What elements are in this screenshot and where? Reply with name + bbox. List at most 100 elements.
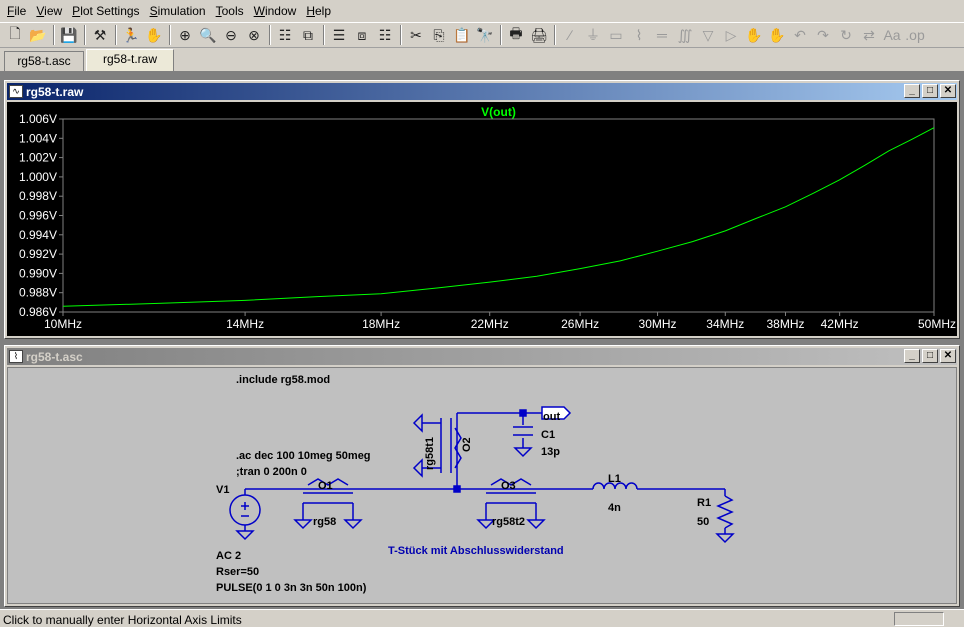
print-preview-icon[interactable]: 🖶: [505, 24, 527, 46]
resistor-icon[interactable]: ⌇: [628, 24, 650, 46]
model-o2[interactable]: rg58t1: [424, 437, 436, 470]
value-c1[interactable]: 13p: [541, 446, 560, 458]
minimize-button[interactable]: _: [904, 349, 920, 363]
schematic-window-titlebar[interactable]: ⌇ rg58-t.asc _ □ ✕: [7, 348, 957, 365]
ground-icon[interactable]: ⏚: [582, 24, 604, 46]
label-c1[interactable]: C1: [541, 429, 555, 441]
x-tick-label[interactable]: 50MHz: [918, 317, 956, 331]
label-net-icon[interactable]: ▭: [605, 24, 627, 46]
autorange-icon[interactable]: ☷: [274, 24, 296, 46]
close-button[interactable]: ✕: [940, 349, 956, 363]
tab-rg58-t-raw[interactable]: rg58-t.raw: [86, 49, 174, 71]
inductor-icon[interactable]: ∭: [674, 24, 696, 46]
label-l1[interactable]: L1: [608, 473, 621, 485]
v1-rser-value[interactable]: Rser=50: [216, 566, 259, 578]
drag-icon[interactable]: ✋: [766, 24, 788, 46]
minimize-button[interactable]: _: [904, 84, 920, 98]
menu-help[interactable]: Help: [301, 0, 336, 22]
model-o1[interactable]: rg58: [313, 516, 336, 528]
x-tick-label[interactable]: 22MHz: [471, 317, 509, 331]
label-o3[interactable]: O3: [501, 480, 516, 492]
y-tick-label[interactable]: 1.006V: [19, 112, 57, 126]
menu-window[interactable]: Window: [249, 0, 302, 22]
y-tick-label[interactable]: 1.000V: [19, 170, 57, 184]
schematic-canvas[interactable]: .include rg58.mod .ac dec 100 10meg 50me…: [7, 367, 957, 604]
menu-plot-settings[interactable]: Plot Settings: [67, 0, 144, 22]
y-tick-label[interactable]: 0.992V: [19, 247, 57, 261]
rotate-icon[interactable]: ↻: [835, 24, 857, 46]
halt-icon[interactable]: ✋: [143, 24, 165, 46]
print-icon[interactable]: 🖨: [528, 24, 550, 46]
save-icon[interactable]: 💾: [58, 24, 80, 46]
control-panel-icon[interactable]: ⚒: [89, 24, 111, 46]
plot-pane[interactable]: 0.986V 0.988V 0.990V 0.992V 0.994V 0.996V 0.99…: [7, 102, 957, 336]
tab-rg58-t-asc[interactable]: rg58-t.asc: [4, 51, 84, 71]
label-v1[interactable]: V1: [216, 484, 229, 496]
open-folder-icon[interactable]: 📂: [27, 24, 49, 46]
spice-directive-tran[interactable]: ;tran 0 200n 0: [236, 466, 307, 478]
x-tick-label[interactable]: 38MHz: [766, 317, 804, 331]
cut-icon[interactable]: ✂: [405, 24, 427, 46]
y-tick-label[interactable]: 0.996V: [19, 209, 57, 223]
x-tick-label[interactable]: 34MHz: [706, 317, 744, 331]
x-tick-label[interactable]: 42MHz: [821, 317, 859, 331]
zoom-in-icon[interactable]: ⊕: [174, 24, 196, 46]
paste-icon[interactable]: 📋: [451, 24, 473, 46]
spice-directive-include[interactable]: .include rg58.mod: [236, 374, 330, 386]
run-icon[interactable]: 🏃: [120, 24, 142, 46]
v1-pulse-value[interactable]: PULSE(0 1 0 3n 3n 50n 100n): [216, 582, 366, 594]
y-tick-label[interactable]: 0.988V: [19, 286, 57, 300]
menu-tools[interactable]: Tools: [211, 0, 249, 22]
trace-label-v-out[interactable]: V(out): [481, 105, 516, 119]
zoom-cancel-icon[interactable]: ⊗: [243, 24, 265, 46]
y-tick-label[interactable]: 0.990V: [19, 266, 57, 280]
cascade-icon[interactable]: ⧈: [351, 24, 373, 46]
schematic-comment[interactable]: T-Stück mit Abschlusswiderstand: [388, 545, 564, 557]
capacitor-icon[interactable]: ═: [651, 24, 673, 46]
undo-icon[interactable]: ↶: [789, 24, 811, 46]
spice-directive-icon[interactable]: .op: [904, 24, 926, 46]
label-o1[interactable]: O1: [318, 480, 333, 492]
x-tick-label[interactable]: 26MHz: [561, 317, 599, 331]
menu-view[interactable]: View: [31, 0, 67, 22]
y-tick-label[interactable]: 0.998V: [19, 189, 57, 203]
find-icon[interactable]: 🔭: [474, 24, 496, 46]
copy-icon[interactable]: ⎘: [428, 24, 450, 46]
resistor-r1[interactable]: [716, 495, 734, 529]
y-tick-label[interactable]: 1.002V: [19, 151, 57, 165]
voltage-plot[interactable]: 0.986V0.988V0.990V0.992V0.994V0.996V0.99…: [7, 102, 957, 336]
x-tick-label[interactable]: 30MHz: [639, 317, 677, 331]
tile-vertical-icon[interactable]: ☷: [374, 24, 396, 46]
mirror-icon[interactable]: ⇄: [858, 24, 880, 46]
zoom-extents-icon[interactable]: ⧉: [297, 24, 319, 46]
x-tick-label[interactable]: 10MHz: [44, 317, 82, 331]
tile-horizontal-icon[interactable]: ☰: [328, 24, 350, 46]
new-schematic-icon[interactable]: 🗋: [4, 24, 26, 46]
menu-simulation[interactable]: Simulation: [145, 0, 211, 22]
component-icon[interactable]: ▷: [720, 24, 742, 46]
maximize-button[interactable]: □: [922, 349, 938, 363]
zoom-out-icon[interactable]: ⊖: [220, 24, 242, 46]
waveform-window-titlebar[interactable]: ∿ rg58-t.raw _ □ ✕: [7, 83, 957, 100]
spice-directive-ac[interactable]: .ac dec 100 10meg 50meg: [236, 450, 371, 462]
wire-icon[interactable]: ∕: [559, 24, 581, 46]
pan-icon[interactable]: 🔍: [197, 24, 219, 46]
value-r1[interactable]: 50: [697, 516, 709, 528]
text-icon[interactable]: Aa: [881, 24, 903, 46]
move-icon[interactable]: ✋: [743, 24, 765, 46]
y-tick-label[interactable]: 1.004V: [19, 131, 57, 145]
label-r1[interactable]: R1: [697, 497, 711, 509]
maximize-button[interactable]: □: [922, 84, 938, 98]
value-l1[interactable]: 4n: [608, 502, 621, 514]
redo-icon[interactable]: ↷: [812, 24, 834, 46]
y-tick-label[interactable]: 0.994V: [19, 228, 57, 242]
close-button[interactable]: ✕: [940, 84, 956, 98]
x-tick-label[interactable]: 18MHz: [362, 317, 400, 331]
x-tick-label[interactable]: 14MHz: [226, 317, 264, 331]
menu-file[interactable]: File: [2, 0, 31, 22]
net-label-out-text[interactable]: out: [543, 411, 560, 423]
label-o2[interactable]: O2: [461, 437, 473, 452]
diode-icon[interactable]: ▽: [697, 24, 719, 46]
model-o3[interactable]: rg58t2: [492, 516, 525, 528]
v1-ac-value[interactable]: AC 2: [216, 550, 241, 562]
